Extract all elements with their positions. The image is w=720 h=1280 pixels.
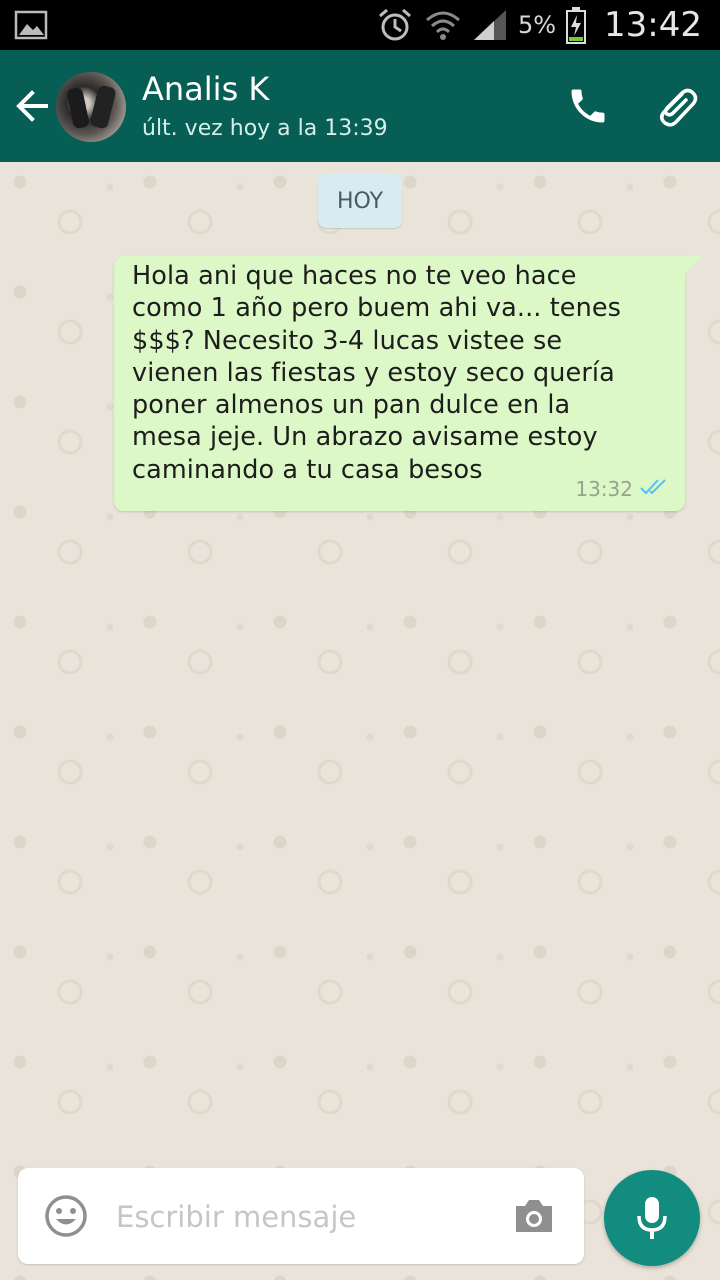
alarm-icon (378, 8, 411, 41)
bubble-tail (685, 256, 703, 274)
date-divider: HOY (318, 174, 402, 228)
double-check-read-icon (640, 479, 666, 495)
microphone-icon (637, 1197, 667, 1239)
signal-icon (473, 10, 506, 40)
message-input[interactable] (114, 1186, 498, 1248)
message-text: Hola ani que haces no te veo hace como 1… (132, 261, 622, 485)
status-bar: 5% 13:42 (0, 0, 720, 50)
chat-area[interactable]: HOY Hola ani que haces no te veo hace co… (0, 162, 720, 1280)
chat-header: Analis K últ. vez hoy a la 13:39 (0, 50, 720, 162)
wifi-icon (425, 11, 460, 40)
status-time: 13:42 (604, 5, 702, 45)
camera-icon[interactable] (512, 1196, 556, 1236)
last-seen-status: últ. vez hoy a la 13:39 (142, 116, 388, 141)
battery-icon (566, 7, 587, 44)
back-arrow-icon[interactable] (14, 86, 50, 126)
emoji-icon[interactable] (44, 1194, 88, 1238)
message-composer (18, 1168, 584, 1264)
avatar[interactable] (56, 72, 126, 142)
paperclip-icon[interactable] (652, 80, 700, 132)
phone-icon[interactable] (566, 84, 610, 128)
contact-name[interactable]: Analis K (142, 70, 269, 108)
message-time: 13:32 (575, 477, 633, 501)
mic-button[interactable] (604, 1170, 700, 1266)
gallery-icon (14, 10, 48, 40)
battery-percent: 5% (517, 11, 557, 39)
message-bubble-outgoing[interactable]: Hola ani que haces no te veo hace como 1… (114, 256, 703, 511)
